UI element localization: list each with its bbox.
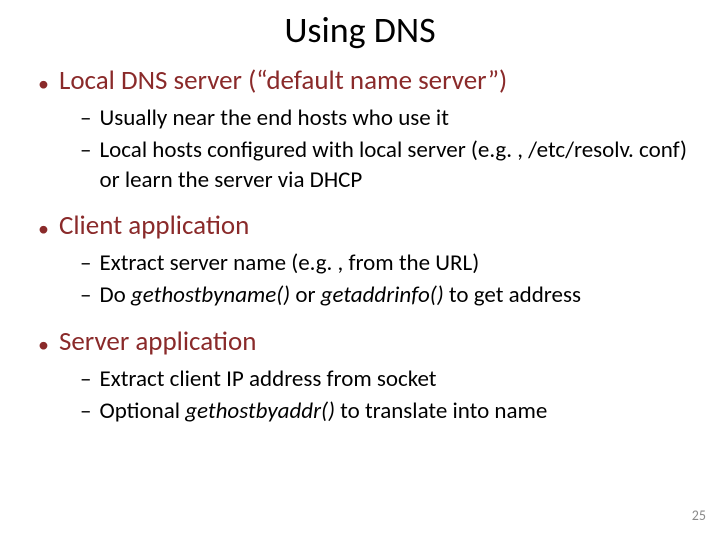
text-suffix: to translate into name [335,397,547,425]
bullet-item: • Client application – Extract server na… [20,209,700,311]
sub-bullet-item: – Local hosts configured with local serv… [80,136,700,196]
bullet-heading: Local DNS server (“default name server”) [59,64,507,98]
slide-title: Using DNS [0,8,720,52]
sub-bullet-item: – Optional gethostbyaddr() to translate … [80,397,700,427]
dash-icon: – [80,281,91,309]
text-mid: or [290,281,321,309]
sub-bullet-text: Optional gethostbyaddr() to translate in… [99,397,547,427]
bullet-item: • Local DNS server (“default name server… [20,64,700,195]
top-bullet-list: • Local DNS server (“default name server… [20,64,700,426]
text-em: getaddrinfo() [321,281,444,309]
sub-bullet-text: Extract client IP address from socket [99,365,436,395]
dash-icon: – [80,365,91,393]
dash-icon: – [80,136,91,164]
slide-content: • Local DNS server (“default name server… [0,64,720,426]
dash-icon: – [80,104,91,132]
page-number: 25 [692,507,706,524]
bullet-heading: Client application [59,209,249,243]
text-prefix: Do [99,281,130,309]
bullet-disc-icon: • [38,73,49,95]
text-em: gethostbyname() [131,281,290,309]
sub-bullet-item: – Extract server name (e.g. , from the U… [80,249,700,279]
bullet-row: • Client application [20,209,700,243]
sub-bullet-list: – Usually near the end hosts who use it … [20,104,700,196]
sub-bullet-list: – Extract server name (e.g. , from the U… [20,249,700,311]
bullet-disc-icon: • [38,334,49,356]
sub-bullet-item: – Do gethostbyname() or getaddrinfo() to… [80,281,700,311]
sub-bullet-item: – Extract client IP address from socket [80,365,700,395]
text-prefix: Optional [99,397,185,425]
sub-bullet-list: – Extract client IP address from socket … [20,365,700,427]
bullet-row: • Server application [20,325,700,359]
bullet-heading: Server application [59,325,256,359]
sub-bullet-text: Usually near the end hosts who use it [99,104,448,134]
sub-bullet-text: Extract server name (e.g. , from the URL… [99,249,479,279]
bullet-disc-icon: • [38,218,49,240]
sub-bullet-text: Do gethostbyname() or getaddrinfo() to g… [99,281,580,311]
slide: Using DNS • Local DNS server (“default n… [0,8,720,540]
dash-icon: – [80,249,91,277]
dash-icon: – [80,397,91,425]
sub-bullet-text: Local hosts configured with local server… [99,136,700,196]
text-em: gethostbyaddr() [185,397,335,425]
bullet-row: • Local DNS server (“default name server… [20,64,700,98]
bullet-item: • Server application – Extract client IP… [20,325,700,427]
text-suffix: to get address [444,281,581,309]
sub-bullet-item: – Usually near the end hosts who use it [80,104,700,134]
